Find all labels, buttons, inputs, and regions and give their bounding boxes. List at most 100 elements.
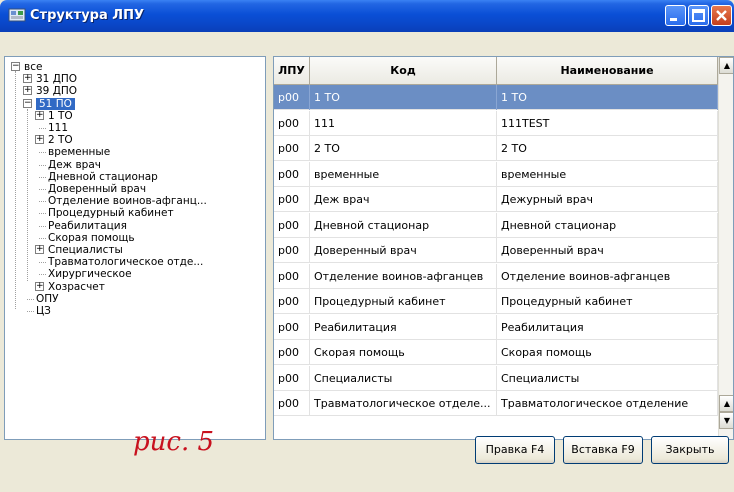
table-row[interactable]: p00 Доверенный врач Доверенный врач: [274, 238, 718, 263]
column-header-lpu[interactable]: ЛПУ: [274, 57, 310, 85]
table-row[interactable]: p00 1 ТО 1 ТО: [274, 85, 718, 110]
tree-item[interactable]: Хирургическое: [48, 268, 132, 280]
tree-connector: [39, 128, 46, 129]
tree-connector: [39, 262, 46, 264]
minimize-button[interactable]: [665, 5, 686, 26]
cell-lpu: p00: [274, 289, 310, 314]
cell-lpu: p00: [274, 85, 310, 110]
tree-item[interactable]: Скорая помощь: [48, 232, 135, 244]
tree-connector: [39, 274, 46, 276]
tree-item[interactable]: 2 ТО: [48, 134, 73, 146]
tree-item[interactable]: Хозрасчет: [48, 281, 105, 293]
table-row[interactable]: p00 Реабилитация Реабилитация: [274, 314, 718, 340]
tree-item[interactable]: 51 ПО: [36, 97, 75, 110]
structure-tree[interactable]: − все +31 ДПО +39 ДПО −51 ПО +1 ТО 111 +2 ТО вре…: [4, 56, 266, 440]
cell-name: Специалисты: [497, 365, 718, 391]
tree-item[interactable]: Отделение воинов-афганц...: [48, 195, 207, 207]
cell-code: 111: [310, 110, 497, 136]
tree-item[interactable]: 1 ТО: [48, 110, 73, 122]
table-row[interactable]: p00 Травматологическое отделе... Травматол…: [274, 391, 718, 416]
tree-connector: [39, 225, 46, 227]
scroll-up-button[interactable]: ▲: [719, 395, 733, 412]
cell-lpu: p00: [274, 238, 310, 263]
tree-connector: [39, 213, 46, 215]
cell-code: Специалисты: [310, 365, 497, 391]
cell-code: временные: [310, 161, 497, 187]
tree-item[interactable]: 39 ДПО: [36, 85, 77, 97]
cell-code: Травматологическое отделе...: [310, 391, 497, 416]
structure-table[interactable]: ЛПУ Код Наименование p00 1 ТО 1 ТО p00 111 11…: [273, 56, 734, 440]
table-row[interactable]: p00 временные временные: [274, 161, 718, 187]
expand-toggle-icon[interactable]: +: [35, 110, 44, 120]
cell-lpu: p00: [274, 110, 310, 136]
expand-toggle-icon[interactable]: +: [35, 281, 44, 291]
cell-name: Травматологическое отделение: [497, 391, 718, 416]
app-icon: [8, 8, 26, 22]
close-button[interactable]: Закрыть: [651, 436, 729, 464]
table-row[interactable]: p00 2 ТО 2 ТО: [274, 136, 718, 161]
tree-connector: [39, 152, 46, 154]
close-window-button[interactable]: [711, 5, 732, 26]
collapse-toggle-icon[interactable]: −: [23, 98, 32, 108]
expand-toggle-icon[interactable]: +: [23, 86, 32, 96]
cell-name: 111TEST: [497, 110, 718, 136]
tree-item[interactable]: временные: [48, 146, 110, 158]
tree-connector: [39, 237, 46, 239]
cell-lpu: p00: [274, 365, 310, 391]
tree-item[interactable]: Дневной стационар: [48, 171, 158, 183]
table-row[interactable]: p00 Деж врач Дежурный врач: [274, 187, 718, 212]
tree-item[interactable]: все: [24, 61, 42, 73]
vertical-scrollbar[interactable]: ▲ ▲ ▼: [718, 57, 733, 439]
cell-code: Отделение воинов-афганцев: [310, 263, 497, 289]
cell-lpu: p00: [274, 187, 310, 212]
tree-item[interactable]: Деж врач: [48, 159, 101, 171]
expand-toggle-icon[interactable]: +: [35, 135, 44, 145]
cell-code: 1 ТО: [310, 85, 497, 110]
table-row[interactable]: p00 Процедурный кабинет Процедурный кабине…: [274, 289, 718, 314]
tree-connector: [39, 189, 46, 190]
tree-item[interactable]: ЦЗ: [36, 305, 51, 317]
tree-item[interactable]: Специалисты: [48, 244, 123, 256]
cell-lpu: p00: [274, 314, 310, 340]
cell-lpu: p00: [274, 136, 310, 161]
cell-code: Скорая помощь: [310, 340, 497, 365]
window-client: − все +31 ДПО +39 ДПО −51 ПО +1 ТО 111 +2 ТО вре…: [0, 32, 734, 492]
column-header-code[interactable]: Код: [310, 57, 497, 85]
table-row[interactable]: p00 Скорая помощь Скорая помощь: [274, 340, 718, 365]
cell-name: Дневной стационар: [497, 212, 718, 238]
tree-item[interactable]: 111: [48, 122, 68, 134]
tree-guide: [15, 71, 16, 309]
collapse-toggle-icon[interactable]: −: [11, 62, 20, 71]
scroll-up-button[interactable]: ▲: [719, 57, 733, 74]
cell-code: Деж врач: [310, 187, 497, 212]
tree-item[interactable]: Реабилитация: [48, 220, 127, 232]
tree-item[interactable]: Доверенный врач: [48, 183, 146, 195]
edit-button[interactable]: Правка F4: [475, 436, 555, 464]
tree-connector: [39, 164, 46, 166]
table-row[interactable]: p00 111 111TEST: [274, 110, 718, 136]
cell-lpu: p00: [274, 263, 310, 289]
expand-toggle-icon[interactable]: +: [35, 245, 44, 254]
table-row[interactable]: p00 Отделение воинов-афганцев Отделение во…: [274, 263, 718, 289]
cell-name: Доверенный врач: [497, 238, 718, 263]
title-bar: Структура ЛПУ: [0, 0, 734, 32]
maximize-button[interactable]: [688, 5, 709, 26]
column-header-name[interactable]: Наименование: [497, 57, 718, 85]
tree-item[interactable]: Травматологическое отде...: [48, 256, 203, 268]
cell-name: 1 ТО: [497, 85, 718, 110]
scroll-down-button[interactable]: ▼: [719, 412, 733, 429]
cell-name: Дежурный врач: [497, 187, 718, 212]
tree-item[interactable]: ОПУ: [36, 293, 59, 305]
insert-button[interactable]: Вставка F9: [563, 436, 643, 464]
tree-connector: [39, 176, 46, 178]
cell-name: временные: [497, 161, 718, 187]
tree-item[interactable]: 31 ДПО: [36, 73, 77, 85]
tree-connector: [27, 311, 34, 312]
cell-name: Процедурный кабинет: [497, 289, 718, 314]
table-row[interactable]: p00 Дневной стационар Дневной стационар: [274, 212, 718, 238]
tree-item[interactable]: Процедурный кабинет: [48, 207, 174, 219]
tree-connector: [39, 201, 46, 203]
cell-code: Доверенный врач: [310, 238, 497, 263]
table-row[interactable]: p00 Специалисты Специалисты: [274, 365, 718, 391]
expand-toggle-icon[interactable]: +: [23, 74, 32, 84]
